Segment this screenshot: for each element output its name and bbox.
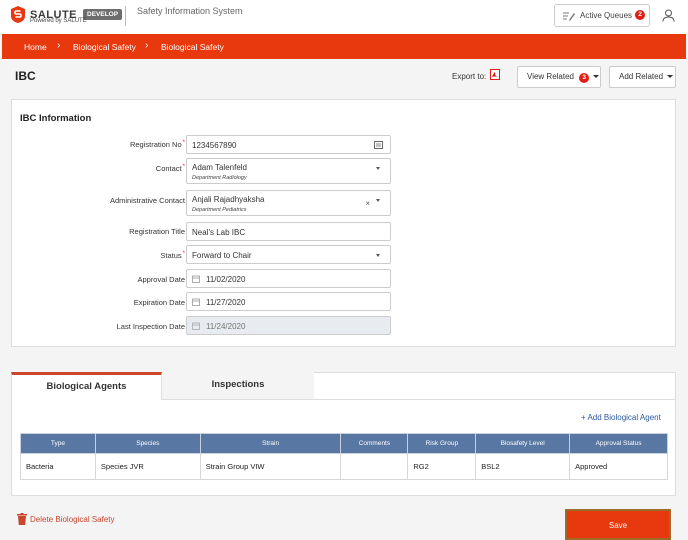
expiration-date-label: Expiration Date — [133, 298, 185, 307]
save-button[interactable]: Save — [565, 509, 671, 540]
salute-logo-icon — [11, 6, 25, 23]
top-bar: SALUTE DEVELOP Powered by SALUTE Safety … — [0, 0, 688, 34]
tabs-panel: Biological Agents Inspections + Add Biol… — [11, 372, 676, 496]
table-header-row: Type Species Strain Comments Risk Group … — [20, 433, 668, 454]
table-cell: Bacteria — [20, 453, 96, 480]
contact-value: Adam Talenfeld — [192, 163, 247, 172]
table-cell: Strain Group VIW — [199, 453, 342, 480]
chevron-right-icon: › — [145, 40, 149, 51]
contact-select[interactable]: Adam Talenfeld Department Radiology — [186, 158, 391, 184]
expiration-date-value: 11/27/2020 — [206, 298, 246, 307]
user-icon[interactable] — [662, 9, 675, 22]
last-inspection-date-input: 11/24/2020 — [186, 316, 391, 335]
status-value: Forward to Chair — [192, 251, 252, 260]
active-queues-count-badge: 2 — [635, 10, 645, 20]
tab-biological-agents[interactable]: Biological Agents — [11, 372, 162, 400]
system-name: Safety Information System — [137, 6, 243, 16]
last-inspection-date-value: 11/24/2020 — [206, 322, 246, 331]
status-label: Status* — [160, 251, 185, 260]
add-related-button[interactable]: Add Related — [609, 66, 676, 88]
contact-label: Contact* — [155, 164, 185, 173]
approval-date-input[interactable]: 11/02/2020 — [186, 269, 391, 288]
card-title: IBC Information — [20, 113, 92, 124]
column-header[interactable]: Biosafety Level — [475, 433, 571, 454]
table-cell — [340, 453, 409, 480]
export-label: Export to: — [452, 72, 487, 81]
header-divider — [125, 6, 126, 26]
pdf-icon[interactable] — [490, 69, 500, 80]
breadcrumb-home[interactable]: Home — [24, 42, 47, 52]
biological-agents-table: Type Species Strain Comments Risk Group … — [20, 433, 668, 480]
column-header[interactable]: Approval Status — [569, 433, 668, 454]
caret-down-icon — [376, 167, 380, 170]
column-header[interactable]: Comments — [340, 433, 409, 454]
edit-queue-icon — [563, 12, 575, 21]
environment-badge: DEVELOP — [83, 9, 123, 20]
tab-divider — [162, 399, 676, 400]
table-cell: Species JVR — [94, 453, 201, 480]
registration-title-value: Neal's Lab IBC — [192, 228, 246, 237]
caret-down-icon — [376, 199, 380, 202]
column-header[interactable]: Species — [94, 433, 201, 454]
chevron-right-icon: › — [57, 40, 61, 51]
administrative-contact-select[interactable]: Anjali Rajadhyaksha Department Pediatric… — [186, 190, 391, 216]
caret-down-icon — [376, 254, 380, 257]
powered-by-text: Powered by SALUTE — [30, 18, 87, 24]
registration-title-input[interactable]: Neal's Lab IBC — [186, 222, 391, 241]
approval-date-value: 11/02/2020 — [206, 275, 246, 284]
column-header[interactable]: Type — [20, 433, 96, 454]
caret-down-icon — [667, 75, 674, 79]
view-related-count-badge: 3 — [579, 73, 590, 83]
table-row[interactable]: Bacteria Species JVR Strain Group VIW RG… — [20, 453, 668, 480]
active-queues-label: Active Queues — [580, 11, 633, 20]
calendar-icon[interactable] — [192, 275, 200, 283]
clear-icon[interactable]: × — [365, 199, 370, 208]
column-header[interactable]: Risk Group — [407, 433, 477, 454]
page-title: IBC — [15, 69, 36, 83]
calendar-icon — [192, 322, 200, 330]
administrative-contact-label: Administrative Contact — [109, 196, 185, 205]
breadcrumb-biological-safety-parent[interactable]: Biological Safety — [73, 42, 136, 52]
expiration-date-input[interactable]: 11/27/2020 — [186, 292, 391, 311]
contact-department: Department Radiology — [192, 175, 247, 181]
table-cell: RG2 — [407, 453, 477, 480]
tab-inspections[interactable]: Inspections — [162, 372, 314, 400]
registration-no-value: 1234567890 — [192, 141, 237, 150]
last-inspection-date-label: Last Inspection Date — [116, 322, 185, 331]
delete-biological-safety-link[interactable]: Delete Biological Safety — [30, 515, 115, 524]
approval-date-label: Approval Date — [137, 275, 185, 284]
caret-down-icon — [593, 75, 600, 79]
administrative-contact-department: Department Pediatrics — [192, 207, 247, 213]
view-related-button[interactable]: View Related 3 — [517, 66, 601, 88]
add-related-label: Add Related — [619, 72, 664, 81]
breadcrumb: Home › Biological Safety › Biological Sa… — [2, 34, 686, 59]
registration-no-label: Registration No* — [129, 140, 185, 149]
table-cell: BSL2 — [475, 453, 571, 480]
add-biological-agent-link[interactable]: + Add Biological Agent — [581, 413, 661, 422]
column-header[interactable]: Strain — [199, 433, 342, 454]
registration-title-label: Registration Title — [129, 227, 185, 236]
calendar-icon[interactable] — [192, 298, 200, 306]
trash-icon[interactable] — [17, 513, 27, 525]
active-queues-button[interactable]: Active Queues 2 — [554, 4, 650, 27]
ibc-information-card: IBC Information Registration No* 1234567… — [11, 99, 676, 347]
breadcrumb-biological-safety-current: Biological Safety — [161, 42, 224, 52]
administrative-contact-value: Anjali Rajadhyaksha — [192, 195, 265, 204]
registration-no-field[interactable]: 1234567890 — [186, 135, 391, 154]
table-cell: Approved — [569, 453, 668, 480]
view-related-label: View Related — [527, 72, 574, 81]
keypad-icon[interactable] — [374, 141, 383, 149]
status-select[interactable]: Forward to Chair — [186, 245, 391, 264]
